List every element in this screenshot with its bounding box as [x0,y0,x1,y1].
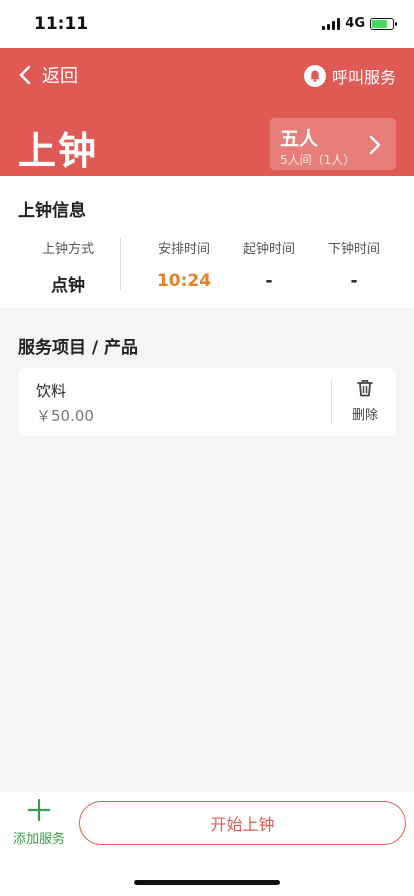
item-divider [331,380,332,424]
back-button[interactable]: 返回 [18,62,78,88]
info-label: 下钟时间 [327,242,380,257]
status-time: 11:11 [34,14,89,34]
bottom-action-bar: 添加服务 开始上钟 [0,792,414,896]
call-service-label: 呼叫服务 [331,68,396,87]
back-label: 返回 [42,66,78,87]
service-item: 饮料 ￥50.00 删除 [18,368,396,436]
status-bar: 11:11 4G [0,0,414,48]
trash-icon [357,380,373,397]
add-service-button[interactable]: 添加服务 [8,798,70,847]
chevron-right-icon [369,135,381,155]
services-title: 服务项目 / 产品 [18,338,139,358]
info-value: 10:24 [156,271,212,291]
status-indicators: 4G [322,16,397,31]
battery-fill [372,19,387,28]
info-label: 安排时间 [157,242,210,257]
home-indicator [134,880,280,885]
info-col-method: 上钟方式 点钟 [28,238,108,296]
info-label: 起钟时间 [242,242,295,257]
info-divider [120,238,121,290]
room-selector[interactable]: 五人 5人间（1人） [270,118,396,170]
network-type: 4G [345,16,365,31]
info-col-start: 起钟时间 - [229,238,309,291]
page-title: 上钟 [18,129,99,173]
signal-icon [322,17,341,30]
room-name: 五人 [280,128,319,150]
call-service-button[interactable]: 呼叫服务 [303,64,396,88]
delete-label: 删除 [351,408,378,423]
add-service-label: 添加服务 [12,832,65,847]
page-header: 返回 呼叫服务 上钟 五人 5人间（1人） [0,48,414,176]
info-value: - [350,271,358,291]
info-value: 点钟 [51,276,85,296]
plus-icon [27,798,51,822]
room-subtitle: 5人间（1人） [280,153,356,167]
battery-icon [370,17,397,30]
service-item-price: ￥50.00 [36,407,94,425]
delete-item-button[interactable]: 删除 [340,378,390,423]
info-col-scheduled: 安排时间 10:24 [144,238,224,291]
info-value: - [265,271,273,291]
info-col-end: 下钟时间 - [314,238,394,291]
bell-icon [303,65,326,87]
start-shift-button[interactable]: 开始上钟 [79,801,406,845]
info-label: 上钟方式 [41,242,94,257]
shift-info-title: 上钟信息 [18,201,86,221]
shift-info-section: 上钟信息 上钟方式 点钟 安排时间 10:24 起钟时间 - 下钟时间 - [0,176,414,308]
chevron-left-icon [19,65,31,85]
service-item-name: 饮料 [36,382,67,400]
